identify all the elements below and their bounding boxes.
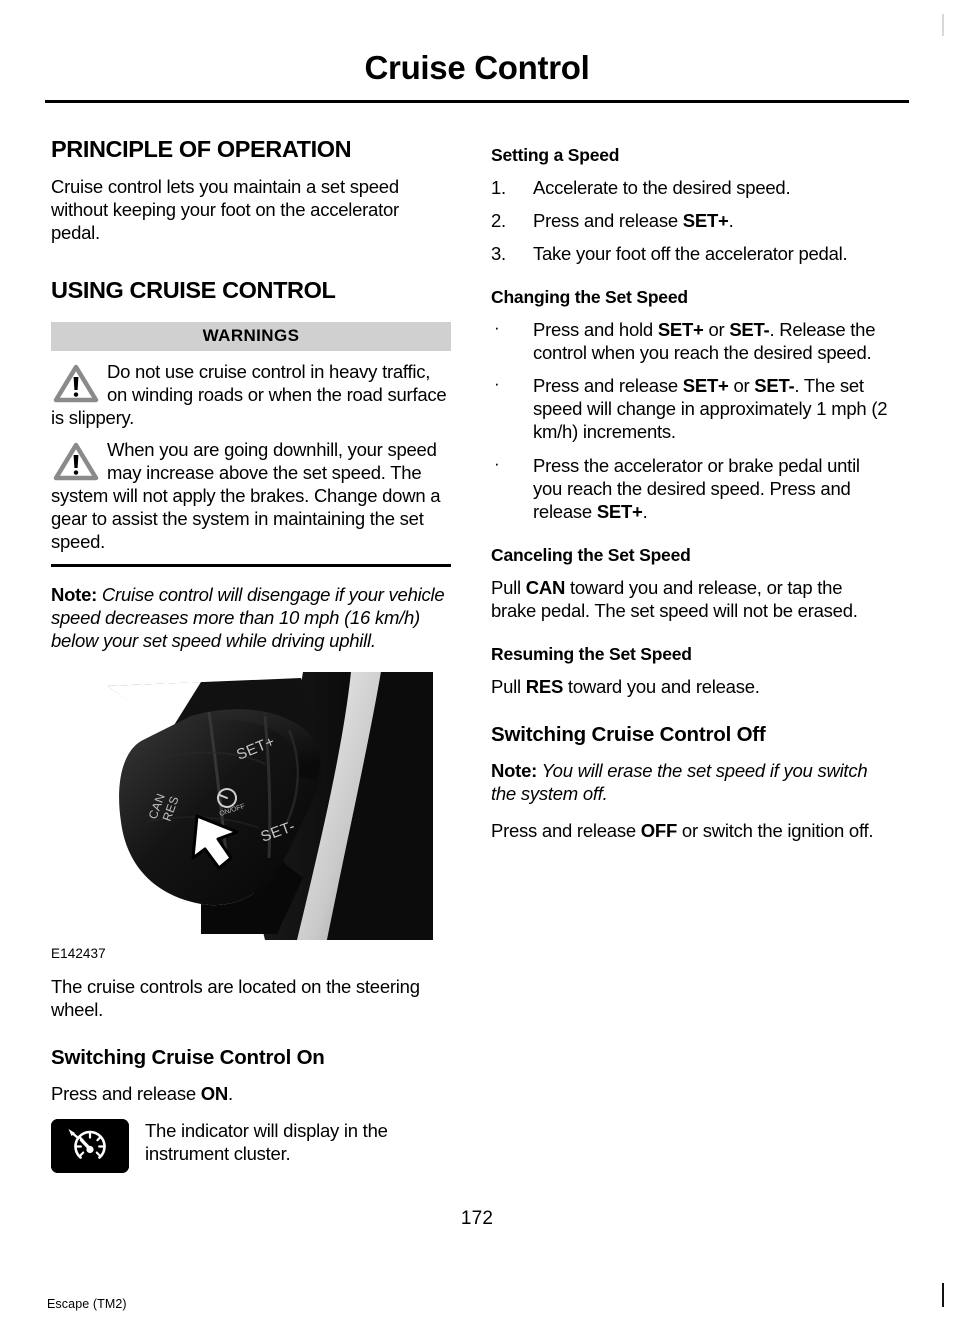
switch-off-note: Note: You will erase the set speed if yo… — [491, 759, 891, 805]
warning-item: Do not use cruise control in heavy traff… — [51, 360, 451, 429]
page-header: Cruise Control — [45, 49, 909, 104]
step-text: Press and release — [533, 210, 683, 232]
content-columns: PRINCIPLE OF OPERATION Cruise control le… — [51, 136, 907, 1173]
warning-item: When you are going downhill, your speed … — [51, 438, 451, 553]
warning-triangle-icon — [53, 364, 99, 402]
bullet-button-label-1: SET+ — [657, 319, 704, 341]
section-heading-canceling-the-set-speed: Canceling the Set Speed — [491, 544, 691, 565]
step-text-suffix: . — [728, 210, 734, 232]
list-item: · Press the accelerator or brake pedal un… — [491, 454, 891, 523]
indicator-row: The indicator will display in the instru… — [51, 1118, 451, 1173]
setting-a-speed-steps: 1. Accelerate to the desired speed. 2. Pre… — [491, 176, 891, 265]
warning-triangle-icon — [53, 442, 99, 481]
step-text: Accelerate to the desired speed. — [533, 177, 791, 199]
bullet-button-label-1: SET+ — [596, 500, 643, 522]
section-heading-switching-cruise-control-on: Switching Cruise Control On — [51, 1046, 325, 1070]
note-paragraph: Note: Cruise control will disengage if y… — [51, 583, 451, 652]
bullet-button-label-2: SET- — [729, 319, 770, 341]
note-body: You will erase the set speed if you swit… — [491, 759, 868, 804]
section-heading-changing-the-set-speed: Changing the Set Speed — [491, 287, 688, 308]
indicator-description: The indicator will display in the instru… — [145, 1119, 388, 1164]
cruise-indicator-icon — [51, 1118, 129, 1173]
step-number: 1. — [491, 177, 506, 199]
manual-page: Cruise Control PRINCIPLE OF OPERATION Cr… — [0, 0, 954, 1329]
note-label: Note: — [51, 583, 98, 605]
switch-off-text-2: or switch the ignition off. — [677, 819, 874, 841]
bullet-text-2: or — [703, 319, 730, 341]
note-body: Cruise control will disengage if your ve… — [51, 583, 445, 652]
list-item: 1. Accelerate to the desired speed. — [491, 176, 891, 199]
switch-on-suffix: . — [228, 1082, 233, 1104]
switch-on-instruction: Press and release ON. — [51, 1082, 451, 1105]
bullet-marker: · — [494, 318, 500, 338]
warning-item-text: When you are going downhill, your speed … — [51, 438, 441, 552]
principle-of-operation-paragraph: Cruise control lets you maintain a set s… — [51, 176, 399, 244]
list-item: · Press and release SET+ or SET-. The set… — [491, 374, 891, 443]
list-item: 3. Take your foot off the accelerator ped… — [491, 242, 891, 265]
switch-off-instruction: Press and release OFF or switch the igni… — [491, 819, 891, 842]
figure-description-text: The cruise controls are located on the s… — [51, 976, 420, 1021]
bullet-text-1: Press the accelerator or brake pedal unt… — [533, 454, 860, 522]
left-column: PRINCIPLE OF OPERATION Cruise control le… — [51, 136, 451, 1173]
cancel-button-label: CAN — [525, 576, 566, 598]
resuming-set-speed-text: Pull RES toward you and release. — [491, 675, 891, 698]
step-text: Take your foot off the accelerator pedal… — [533, 243, 848, 265]
right-column: Setting a Speed 1. Accelerate to the desi… — [491, 136, 891, 1173]
step-number: 3. — [491, 243, 506, 265]
section-heading-principle-of-operation: PRINCIPLE OF OPERATION — [51, 136, 352, 162]
list-item: 2. Press and release SET+. — [491, 209, 891, 232]
crop-mark-bottom-right — [942, 1283, 944, 1307]
header-divider — [45, 100, 909, 104]
resume-button-label: RES — [525, 675, 564, 697]
switch-on-prefix: Press and release — [51, 1082, 201, 1104]
cancel-text-1: Pull — [491, 576, 526, 598]
warnings-bar-label: WARNINGS — [51, 321, 451, 351]
bullet-text-1: Press and hold — [533, 319, 658, 341]
bullet-button-label-2: SET- — [754, 375, 795, 397]
resume-text-1: Pull — [491, 675, 526, 697]
footer-model-label: Escape (TM2) — [47, 1297, 127, 1311]
section-heading-setting-a-speed: Setting a Speed — [491, 145, 620, 165]
section-heading-switching-cruise-control-off: Switching Cruise Control Off — [491, 722, 766, 746]
figure-caption: E142437 — [51, 946, 106, 962]
bullet-marker: · — [494, 374, 500, 394]
bullet-text-2: or — [728, 375, 755, 397]
bullet-button-label-1: SET+ — [682, 375, 729, 397]
bullet-marker: · — [494, 453, 500, 473]
section-heading-using-cruise-control: USING CRUISE CONTROL — [51, 277, 336, 304]
section-heading-resuming-the-set-speed: Resuming the Set Speed — [491, 643, 692, 664]
crop-mark-top-right — [942, 14, 944, 36]
step-button-label: SET+ — [682, 210, 729, 232]
switch-off-button-label: OFF — [640, 819, 678, 841]
figure-image: SET+ CAN RES ON/OFF SET- — [51, 672, 433, 941]
resume-text-2: toward you and release. — [563, 675, 760, 697]
note-label: Note: — [491, 759, 538, 781]
warnings-block: WARNINGS Do not use cruise control in he… — [51, 321, 451, 567]
bullet-text-1: Press and release — [533, 375, 683, 397]
canceling-set-speed-text: Pull CAN toward you and release, or tap … — [491, 576, 891, 622]
switch-off-text-1: Press and release — [491, 819, 641, 841]
bullet-text-2: . — [642, 500, 648, 522]
stalk-photo-illustration: SET+ CAN RES ON/OFF SET- — [51, 672, 433, 941]
switch-on-button-label: ON — [200, 1082, 229, 1104]
step-number: 2. — [491, 210, 506, 232]
list-item: · Press and hold SET+ or SET-. Release th… — [491, 318, 891, 364]
page-number: 172 — [460, 1208, 494, 1229]
page-title: Cruise Control — [364, 49, 590, 86]
warning-item-text: Do not use cruise control in heavy traff… — [51, 360, 447, 428]
figure-cruise-control-stalk: SET+ CAN RES ON/OFF SET- E142437 — [51, 672, 451, 961]
changing-set-speed-bullets: · Press and hold SET+ or SET-. Release th… — [491, 318, 891, 522]
warnings-divider — [51, 563, 451, 567]
